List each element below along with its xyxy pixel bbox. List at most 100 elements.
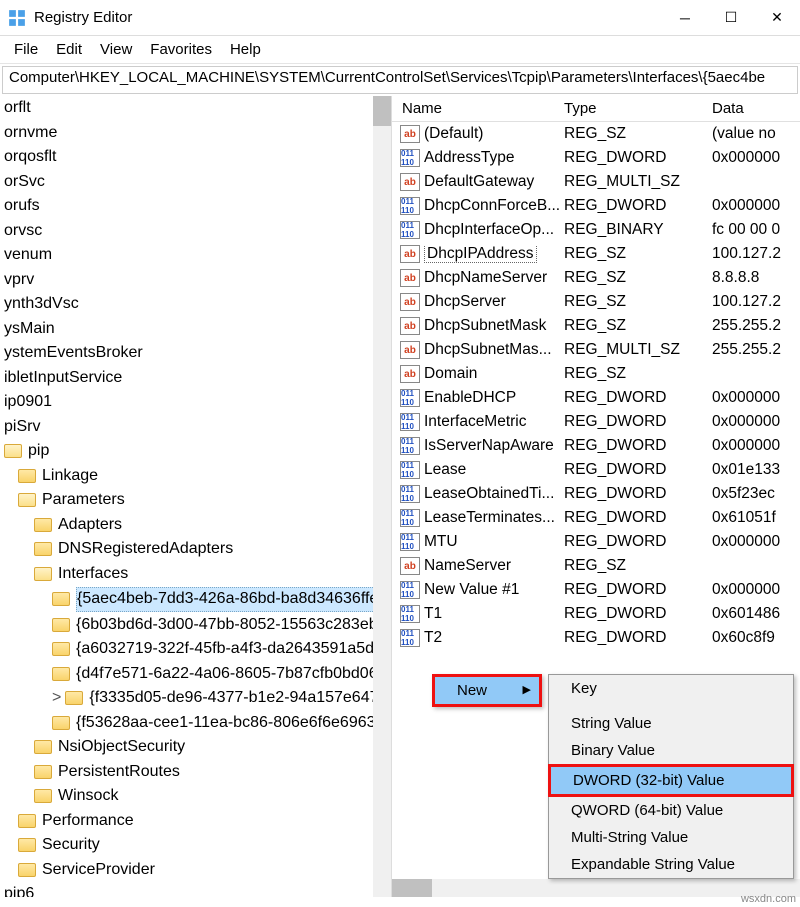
folder-icon	[4, 444, 22, 458]
menu-view[interactable]: View	[92, 39, 140, 60]
col-name[interactable]: Name	[392, 100, 564, 117]
tree-item[interactable]: orufs	[0, 194, 391, 219]
list-row[interactable]: abDomainREG_SZ	[392, 362, 800, 386]
ctx-dword[interactable]: DWORD (32-bit) Value	[548, 764, 794, 797]
menu-favorites[interactable]: Favorites	[142, 39, 220, 60]
list-row[interactable]: abNameServerREG_SZ	[392, 554, 800, 578]
menu-file[interactable]: File	[6, 39, 46, 60]
list-row[interactable]: 011 110InterfaceMetricREG_DWORD0x000000	[392, 410, 800, 434]
close-button[interactable]: ✕	[754, 0, 800, 36]
tree-item-label: ysMain	[4, 318, 55, 341]
value-data: 255.255.2	[712, 317, 800, 335]
tree-item-label: ServiceProvider	[42, 859, 155, 882]
ctx-qword[interactable]: QWORD (64-bit) Value	[549, 797, 793, 824]
tree-item[interactable]: pip6	[0, 882, 391, 897]
string-icon: ab	[400, 245, 420, 263]
list-row[interactable]: abDhcpNameServerREG_SZ8.8.8.8	[392, 266, 800, 290]
col-data[interactable]: Data	[712, 100, 800, 117]
value-data: 0x601486	[712, 605, 800, 623]
menu-edit[interactable]: Edit	[48, 39, 90, 60]
tree-scrollbar[interactable]	[373, 96, 391, 897]
minimize-button[interactable]: ─	[662, 0, 708, 36]
tree-item[interactable]: PersistentRoutes	[0, 760, 391, 785]
tree-item-label: pip	[28, 440, 49, 463]
tree-item[interactable]: Adapters	[0, 513, 391, 538]
app-icon	[8, 9, 26, 27]
tree-item[interactable]: >{f3335d05-de96-4377-b1e2-94a157e647b0	[0, 686, 391, 711]
list-row[interactable]: ab(Default)REG_SZ(value no	[392, 122, 800, 146]
tree-item[interactable]: {a6032719-322f-45fb-a4f3-da2643591a5d}	[0, 637, 391, 662]
list-row[interactable]: abDhcpSubnetMas...REG_MULTI_SZ255.255.2	[392, 338, 800, 362]
tree-item[interactable]: Linkage	[0, 464, 391, 489]
tree-item[interactable]: ibletInputService	[0, 366, 391, 391]
ctx-new-label: New	[457, 682, 487, 699]
tree-item[interactable]: vprv	[0, 268, 391, 293]
address-bar[interactable]: Computer\HKEY_LOCAL_MACHINE\SYSTEM\Curre…	[2, 66, 798, 94]
list-row[interactable]: 011 110IsServerNapAwareREG_DWORD0x000000	[392, 434, 800, 458]
tree-item[interactable]: {6b03bd6d-3d00-47bb-8052-15563c283ebe	[0, 613, 391, 638]
tree-item[interactable]: ysMain	[0, 317, 391, 342]
context-menu-submenu: Key String Value Binary Value DWORD (32-…	[548, 674, 794, 879]
list-row[interactable]: 011 110LeaseREG_DWORD0x01e133	[392, 458, 800, 482]
list-scroll-thumb-h[interactable]	[392, 879, 432, 897]
tree-item[interactable]: ip0901	[0, 390, 391, 415]
list-row[interactable]: 011 110DhcpConnForceB...REG_DWORD0x00000…	[392, 194, 800, 218]
tree-item[interactable]: NsiObjectSecurity	[0, 735, 391, 760]
list-row[interactable]: abDefaultGatewayREG_MULTI_SZ	[392, 170, 800, 194]
tree-item-label: pip6	[4, 883, 34, 897]
list-row[interactable]: 011 110New Value #1REG_DWORD0x000000	[392, 578, 800, 602]
tree-item[interactable]: ystemEventsBroker	[0, 341, 391, 366]
tree-item[interactable]: ServiceProvider	[0, 858, 391, 883]
list-row[interactable]: abDhcpServerREG_SZ100.127.2	[392, 290, 800, 314]
tree-item[interactable]: piSrv	[0, 415, 391, 440]
ctx-new[interactable]: New ▶	[435, 677, 539, 704]
tree-item[interactable]: ynth3dVsc	[0, 292, 391, 317]
list-scrollbar-h[interactable]	[392, 879, 800, 897]
list-row[interactable]: 011 110T1REG_DWORD0x601486	[392, 602, 800, 626]
tree-item[interactable]: Interfaces	[0, 562, 391, 587]
value-type: REG_SZ	[564, 245, 712, 263]
list-row[interactable]: 011 110LeaseObtainedTi...REG_DWORD0x5f23…	[392, 482, 800, 506]
tree-scroll-thumb[interactable]	[373, 96, 391, 126]
value-data: 0x60c8f9	[712, 629, 800, 647]
ctx-multi[interactable]: Multi-String Value	[549, 824, 793, 851]
tree-item[interactable]: Parameters	[0, 488, 391, 513]
ctx-expand[interactable]: Expandable String Value	[549, 851, 793, 878]
tree-item[interactable]: orvsc	[0, 219, 391, 244]
tree-item[interactable]: orqosflt	[0, 145, 391, 170]
list-row[interactable]: 011 110EnableDHCPREG_DWORD0x000000	[392, 386, 800, 410]
tree-item[interactable]: ornvme	[0, 121, 391, 146]
list-row[interactable]: abDhcpIPAddressREG_SZ100.127.2	[392, 242, 800, 266]
value-type: REG_DWORD	[564, 485, 712, 503]
tree-item[interactable]: Winsock	[0, 784, 391, 809]
list-row[interactable]: 011 110MTUREG_DWORD0x000000	[392, 530, 800, 554]
tree-item[interactable]: orflt	[0, 96, 391, 121]
list-row[interactable]: 011 110T2REG_DWORD0x60c8f9	[392, 626, 800, 650]
ctx-string[interactable]: String Value	[549, 710, 793, 737]
string-icon: ab	[400, 317, 420, 335]
tree-item[interactable]: orSvc	[0, 170, 391, 195]
menu-help[interactable]: Help	[222, 39, 269, 60]
folder-icon	[18, 493, 36, 507]
list-row[interactable]: 011 110AddressTypeREG_DWORD0x000000	[392, 146, 800, 170]
tree-item[interactable]: Performance	[0, 809, 391, 834]
tree-item[interactable]: {d4f7e571-6a22-4a06-8605-7b87cfb0bd06}	[0, 662, 391, 687]
tree-item[interactable]: pip	[0, 439, 391, 464]
tree-item-label: piSrv	[4, 416, 40, 439]
list-row[interactable]: 011 110DhcpInterfaceOp...REG_BINARYfc 00…	[392, 218, 800, 242]
tree-item-label: venum	[4, 244, 52, 267]
ctx-key[interactable]: Key	[549, 675, 793, 702]
tree-item[interactable]: {5aec4beb-7dd3-426a-86bd-ba8d34636ffe}	[0, 586, 391, 613]
tree-item[interactable]: {f53628aa-cee1-11ea-bc86-806e6f6e6963}	[0, 711, 391, 736]
tree-item-label: Parameters	[42, 489, 125, 512]
ctx-binary[interactable]: Binary Value	[549, 737, 793, 764]
list-row[interactable]: abDhcpSubnetMaskREG_SZ255.255.2	[392, 314, 800, 338]
tree-item[interactable]: DNSRegisteredAdapters	[0, 537, 391, 562]
list-row[interactable]: 011 110LeaseTerminates...REG_DWORD0x6105…	[392, 506, 800, 530]
tree-item[interactable]: Security	[0, 833, 391, 858]
watermark: wsxdn.com	[741, 893, 796, 905]
maximize-button[interactable]: ☐	[708, 0, 754, 36]
tree-item[interactable]: venum	[0, 243, 391, 268]
col-type[interactable]: Type	[564, 100, 712, 117]
value-data: 0x000000	[712, 413, 800, 431]
